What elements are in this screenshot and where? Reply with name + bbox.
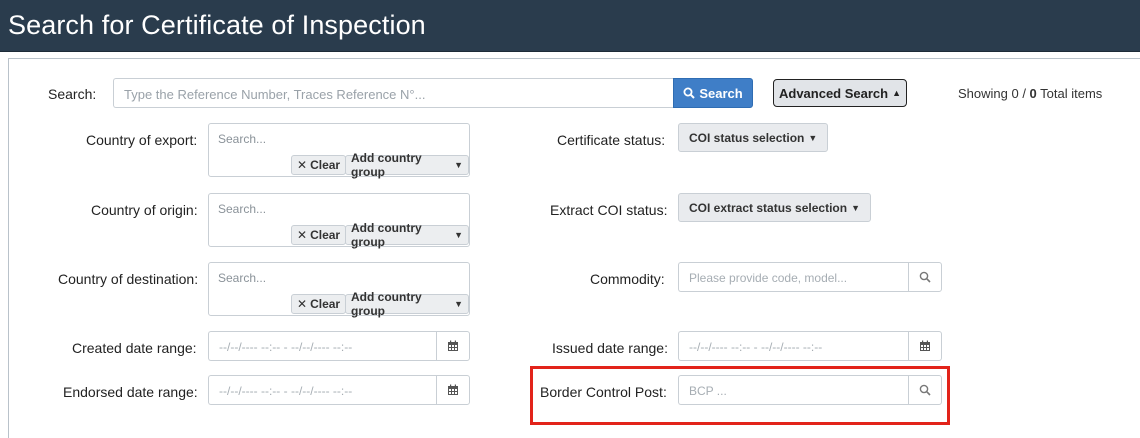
clear-button[interactable]: ✕ Clear xyxy=(291,155,347,175)
search-button[interactable]: Search xyxy=(673,78,753,108)
created-date-range-label: Created date range: xyxy=(72,340,197,356)
page-header: Search for Certificate of Inspection xyxy=(0,0,1140,52)
caret-down-icon: ▼ xyxy=(454,230,463,240)
calendar-icon xyxy=(447,340,459,352)
country-of-destination-field[interactable]: Search... ✕ Clear Add country group ▼ xyxy=(208,262,470,318)
created-date-picker-button[interactable] xyxy=(436,331,470,361)
search-icon xyxy=(919,384,931,396)
endorsed-date-range-input[interactable]: --/--/---- --:-- - --/--/---- --:-- xyxy=(208,375,436,405)
results-count-prefix: Showing 0 / xyxy=(958,86,1030,101)
border-control-post-search-button[interactable] xyxy=(908,375,942,405)
add-country-group-button[interactable]: Add country group ▼ xyxy=(345,151,469,179)
caret-down-icon: ▼ xyxy=(808,132,818,143)
endorsed-date-picker-button[interactable] xyxy=(436,375,470,405)
search-button-label: Search xyxy=(699,85,743,101)
add-country-group-label: Add country group xyxy=(351,151,422,179)
coi-status-dropdown[interactable]: COI status selection ▼ xyxy=(678,123,829,152)
calendar-icon xyxy=(447,384,459,396)
search-input[interactable]: Type the Reference Number, Traces Refere… xyxy=(113,78,675,108)
country-of-destination-label: Country of destination: xyxy=(58,271,199,287)
advanced-search-button[interactable]: Advanced Search ▲ xyxy=(773,79,907,107)
coi-extract-status-dropdown[interactable]: COI extract status selection ▼ xyxy=(678,193,871,222)
clear-button[interactable]: ✕ Clear xyxy=(291,225,347,245)
issued-date-picker-button[interactable] xyxy=(908,331,942,361)
clear-label: Clear xyxy=(310,228,341,242)
country-of-origin-placeholder: Search... xyxy=(218,202,267,216)
page-title: Search for Certificate of Inspection xyxy=(8,10,426,40)
issued-date-range-label: Issued date range: xyxy=(552,340,668,356)
created-date-range-input[interactable]: --/--/---- --:-- - --/--/---- --:-- xyxy=(208,331,436,361)
coi-status-dropdown-label: COI status selection xyxy=(689,130,805,145)
endorsed-date-range-label: Endorsed date range: xyxy=(63,384,198,400)
issued-date-range-placeholder: --/--/---- --:-- - --/--/---- --:-- xyxy=(689,340,823,354)
search-input-placeholder: Type the Reference Number, Traces Refere… xyxy=(124,87,426,102)
border-control-post-input[interactable]: BCP ... xyxy=(678,375,908,405)
search-label: Search: xyxy=(48,86,97,102)
country-of-export-field[interactable]: Search... ✕ Clear Add country group ▼ xyxy=(208,123,470,179)
country-of-origin-field[interactable]: Search... ✕ Clear Add country group ▼ xyxy=(208,193,470,249)
country-of-destination-placeholder: Search... xyxy=(218,271,267,285)
country-of-origin-label: Country of origin: xyxy=(91,202,198,218)
commodity-search-button[interactable] xyxy=(908,262,942,292)
created-date-range-placeholder: --/--/---- --:-- - --/--/---- --:-- xyxy=(219,340,353,354)
issued-date-range-input[interactable]: --/--/---- --:-- - --/--/---- --:-- xyxy=(678,331,908,361)
results-total: 0 xyxy=(1029,86,1037,101)
caret-down-icon: ▼ xyxy=(454,160,463,170)
commodity-placeholder: Please provide code, model... xyxy=(689,271,848,285)
border-control-post-placeholder: BCP ... xyxy=(689,384,727,398)
search-icon xyxy=(919,271,931,283)
extract-coi-status-label: Extract COI status: xyxy=(550,202,668,218)
results-count-suffix: Total items xyxy=(1036,86,1103,101)
advanced-search-label: Advanced Search xyxy=(778,85,889,101)
coi-extract-status-dropdown-label: COI extract status selection xyxy=(689,200,848,215)
commodity-input[interactable]: Please provide code, model... xyxy=(678,262,908,292)
close-icon: ✕ xyxy=(297,158,308,172)
border-control-post-label: Border Control Post: xyxy=(540,384,667,400)
country-of-export-placeholder: Search... xyxy=(218,132,267,146)
calendar-icon xyxy=(919,340,931,352)
commodity-label: Commodity: xyxy=(590,271,665,287)
caret-down-icon: ▼ xyxy=(454,299,463,309)
search-icon xyxy=(683,87,696,99)
add-country-group-label: Add country group xyxy=(351,290,422,318)
add-country-group-label: Add country group xyxy=(351,221,422,249)
add-country-group-button[interactable]: Add country group ▼ xyxy=(345,290,469,318)
add-country-group-button[interactable]: Add country group ▼ xyxy=(345,221,469,249)
clear-button[interactable]: ✕ Clear xyxy=(291,294,347,314)
clear-label: Clear xyxy=(310,297,341,311)
close-icon: ✕ xyxy=(297,297,308,311)
endorsed-date-range-placeholder: --/--/---- --:-- - --/--/---- --:-- xyxy=(219,384,353,398)
results-count: Showing 0 / 0 Total items xyxy=(958,86,1102,101)
country-of-export-label: Country of export: xyxy=(86,132,198,148)
caret-down-icon: ▼ xyxy=(851,202,860,213)
close-icon: ✕ xyxy=(297,228,308,242)
certificate-status-label: Certificate status: xyxy=(557,132,666,148)
caret-up-icon: ▲ xyxy=(892,88,902,98)
clear-label: Clear xyxy=(310,158,341,172)
